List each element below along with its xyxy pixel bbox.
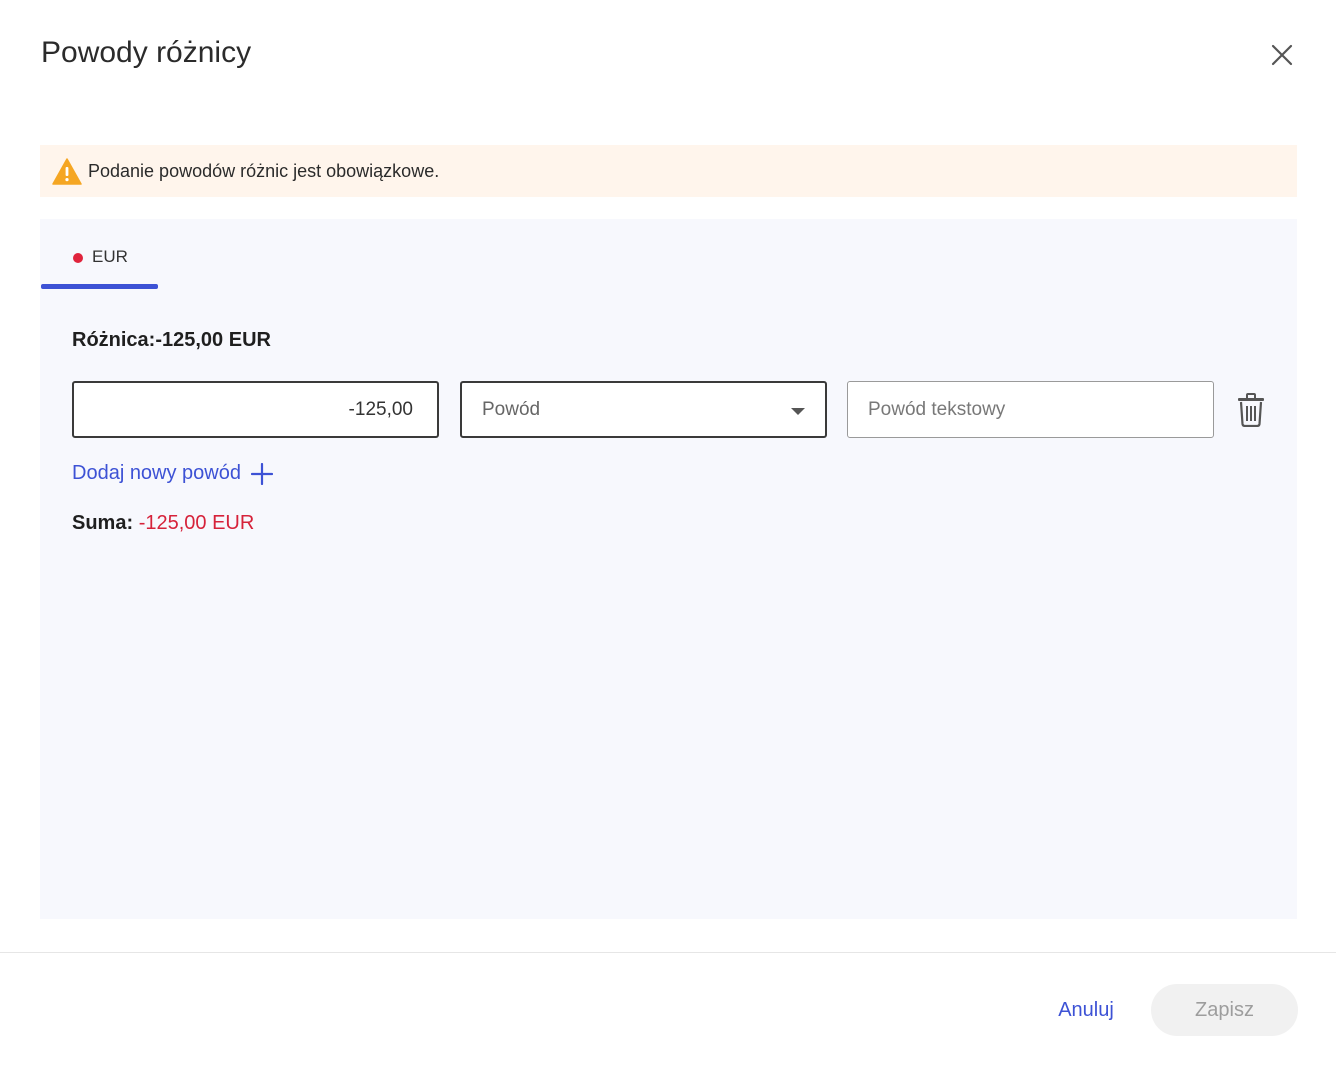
cancel-button[interactable]: Anuluj [1040,984,1132,1036]
sum-row: Suma: -125,00 EUR [72,512,254,535]
close-button[interactable] [1266,39,1298,71]
amount-value: -125,00 [348,398,413,420]
footer-divider [0,952,1336,953]
amount-input[interactable]: -125,00 [72,381,439,438]
reason-select[interactable]: Powód [460,381,827,438]
close-icon [1271,44,1293,66]
sum-value: -125,00 EUR [138,512,255,534]
sum-label: Suma: [72,512,134,534]
text-reason-input[interactable] [868,398,1213,421]
currency-panel: EUR Różnica:-125,00 EUR -125,00 Powód Do… [40,219,1297,919]
tab-status-dot [73,253,83,263]
warning-banner: Podanie powodów różnic jest obowiązkowe. [40,145,1297,197]
reason-select-placeholder: Powód [482,398,541,420]
tab-label: EUR [92,247,128,266]
add-reason-button[interactable]: Dodaj nowy powód [72,462,273,485]
caret-down-icon [791,408,805,415]
tab-active-indicator [41,284,158,289]
delete-reason-button[interactable] [1237,393,1265,428]
difference-label: Różnica:-125,00 EUR [72,329,271,351]
warning-icon [52,157,82,185]
dialog-title: Powody różnicy [41,36,252,69]
trash-icon [1238,393,1264,428]
warning-text: Podanie powodów różnic jest obowiązkowe. [88,160,440,181]
add-reason-label: Dodaj nowy powód [72,462,241,484]
text-reason-field[interactable] [847,381,1214,438]
plus-icon [251,462,273,485]
save-button[interactable]: Zapisz [1151,984,1298,1036]
tab-eur[interactable]: EUR [40,219,159,289]
